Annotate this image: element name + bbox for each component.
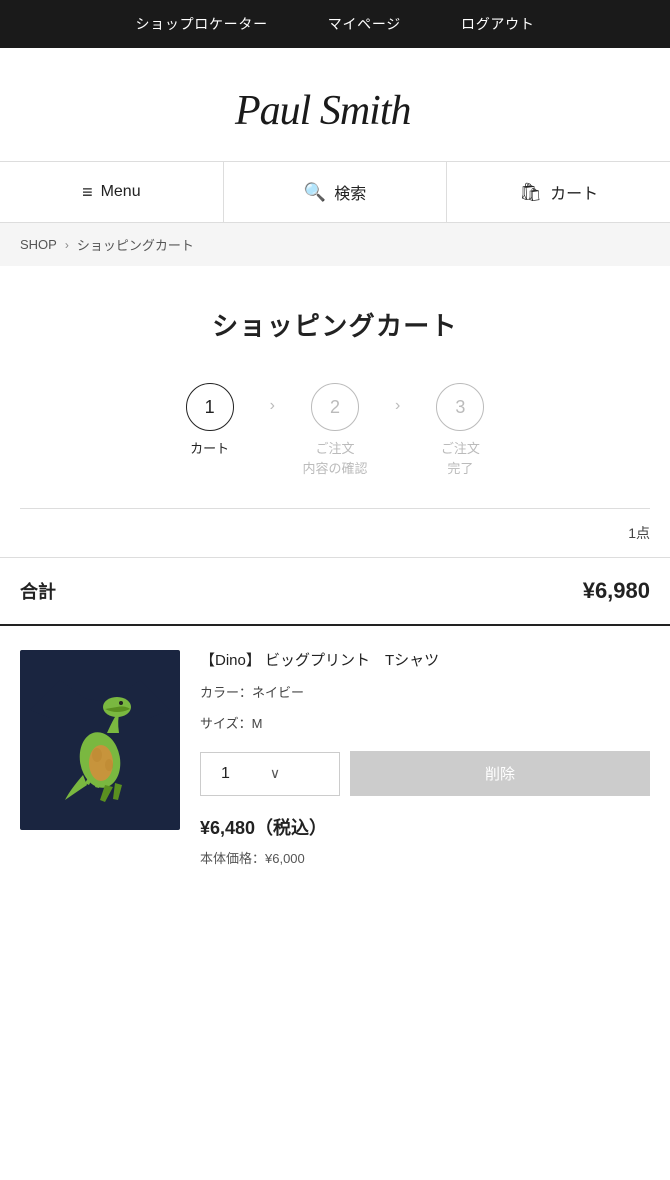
hamburger-icon: ≡ [82,182,93,203]
total-row: 合計 ¥6,980 [0,558,670,626]
breadcrumb-chevron-icon: › [65,238,69,252]
item-count-text: 1点 [628,525,650,541]
steps-indicator: 1 カート › 2 ご注文内容の確認 › 3 ご注文完了 [0,373,670,508]
product-color: カラー：ネイビー [200,681,650,704]
search-icon: 🔍 [304,182,326,203]
product-image [20,650,180,830]
delete-button[interactable]: 削除 [350,751,650,796]
step-1-circle: 1 [186,383,234,431]
cart-label: カート [550,180,598,204]
main-navigation: ≡ Menu 🔍 検索 🛍 カート [0,161,670,223]
page-title: ショッピングカート [20,306,650,343]
step-arrow-1: › [260,397,285,415]
paul-smith-logo[interactable]: Paul Smith [225,76,445,136]
product-info: 【Dino】 ビッグプリント Tシャツ カラー：ネイビー サイズ：M 1 ∨ 削… [200,650,650,867]
product-price-excl: 本体価格：¥6,000 [200,848,650,867]
product-image-svg [30,660,170,820]
search-label: 検索 [334,180,366,204]
top-navigation: ショップロケーター マイページ ログアウト [0,0,670,48]
breadcrumb-shop[interactable]: SHOP [20,237,57,252]
step-arrow-2: › [385,397,410,415]
step-2: 2 ご注文内容の確認 [285,383,385,478]
step-3-circle: 3 [436,383,484,431]
item-count: 1点 [0,509,670,558]
menu-button[interactable]: ≡ Menu [0,162,224,222]
menu-label: Menu [101,183,141,201]
my-page-link[interactable]: マイページ [328,14,401,34]
search-button[interactable]: 🔍 検索 [224,162,448,222]
qty-delete-row: 1 ∨ 削除 [200,751,650,796]
quantity-selector[interactable]: 1 ∨ [200,752,340,796]
product-row: 【Dino】 ビッグプリント Tシャツ カラー：ネイビー サイズ：M 1 ∨ 削… [0,626,670,891]
logo-area: Paul Smith [0,48,670,161]
quantity-value: 1 [221,765,230,783]
product-name: 【Dino】 ビッグプリント Tシャツ [200,650,650,673]
step-1-label: カート [190,439,229,459]
breadcrumb-current: ショッピングカート [77,235,194,254]
breadcrumb: SHOP › ショッピングカート [0,223,670,266]
svg-text:Paul Smith: Paul Smith [234,88,411,134]
total-label: 合計 [20,578,56,604]
logout-link[interactable]: ログアウト [461,14,535,34]
cart-icon: 🛍 [519,182,542,203]
page-title-area: ショッピングカート [0,266,670,373]
shop-locator-link[interactable]: ショップロケーター [135,14,267,34]
step-2-label: ご注文内容の確認 [302,439,367,478]
cart-button[interactable]: 🛍 カート [447,162,670,222]
step-2-circle: 2 [311,383,359,431]
step-1: 1 カート [160,383,260,459]
total-price: ¥6,980 [583,578,650,604]
chevron-down-icon: ∨ [270,765,280,782]
product-size: サイズ：M [200,712,650,735]
step-3-label: ご注文完了 [441,439,480,478]
product-price-incl: ¥6,480（税込） [200,814,650,840]
step-3: 3 ご注文完了 [410,383,510,478]
